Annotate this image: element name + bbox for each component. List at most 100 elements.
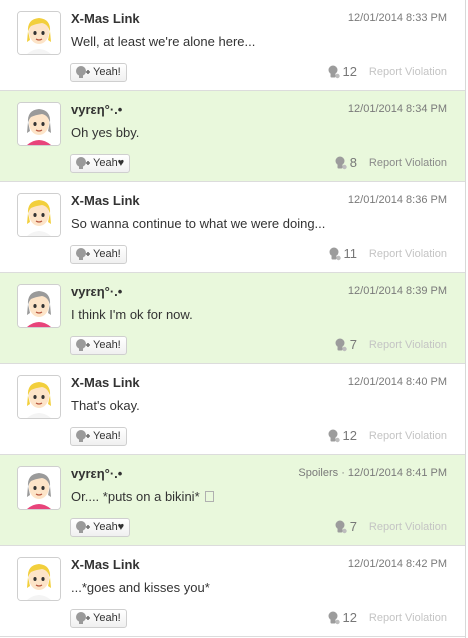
empathy-icon bbox=[335, 156, 347, 169]
user-name[interactable]: X-Mas Link bbox=[71, 193, 140, 208]
empathy-number: 12 bbox=[342, 64, 357, 79]
empathy-icon bbox=[335, 520, 347, 533]
post-text: That's okay. bbox=[71, 398, 140, 413]
post-timestamp: 12/01/2014 8:34 PM bbox=[347, 103, 447, 115]
user-avatar[interactable] bbox=[17, 466, 61, 510]
post-text: Oh yes bby. bbox=[71, 125, 140, 140]
user-avatar[interactable] bbox=[17, 193, 61, 237]
user-avatar[interactable] bbox=[17, 102, 61, 146]
post-timestamp: 12/01/2014 8:33 PM bbox=[347, 12, 447, 24]
post-body: I think I'm ok for now. bbox=[71, 307, 193, 322]
post-meta: 12/01/2014 8:34 PM bbox=[348, 103, 447, 115]
user-name[interactable]: X-Mas Link bbox=[71, 375, 140, 390]
yeah-label: Yeah! bbox=[93, 248, 121, 260]
post-body: ...*goes and kisses you* bbox=[71, 580, 210, 595]
empathy-number: 8 bbox=[349, 155, 357, 170]
post-body: So wanna continue to what we were doing.… bbox=[71, 216, 325, 231]
empathy-icon bbox=[328, 611, 340, 624]
post-timestamp: 12/01/2014 8:41 PM bbox=[347, 467, 447, 479]
report-violation-link[interactable]: Report Violation bbox=[369, 521, 447, 533]
post-text: ...*goes and kisses you* bbox=[71, 580, 210, 595]
yeah-label: Yeah! bbox=[93, 612, 121, 624]
post-meta: 12/01/2014 8:39 PM bbox=[348, 285, 447, 297]
yeah-button[interactable]: Yeah! bbox=[70, 245, 127, 264]
post-body: Or.... *puts on a bikini* bbox=[71, 489, 214, 504]
yeah-label: Yeah♥ bbox=[93, 157, 125, 169]
yeah-label: Yeah! bbox=[93, 430, 121, 442]
yeah-button[interactable]: Yeah! bbox=[70, 427, 127, 446]
yeah-button[interactable]: Yeah♥ bbox=[70, 154, 131, 173]
report-violation-link[interactable]: Report Violation bbox=[369, 157, 447, 169]
report-violation-link[interactable]: Report Violation bbox=[369, 66, 447, 78]
empathy-icon bbox=[328, 65, 340, 78]
empathy-icon bbox=[329, 247, 341, 260]
post-meta: 12/01/2014 8:33 PM bbox=[348, 12, 447, 24]
post-body: That's okay. bbox=[71, 398, 140, 413]
post-feed: X-Mas Link 12/01/2014 8:33 PM Well, at l… bbox=[0, 0, 466, 638]
yeah-hand-icon bbox=[76, 339, 90, 351]
post-text: Or.... *puts on a bikini* bbox=[71, 489, 200, 504]
user-avatar[interactable] bbox=[17, 284, 61, 328]
post-item: vyrεη°·.• 12/01/2014 8:39 PM I think I'm… bbox=[0, 273, 465, 364]
yeah-button[interactable]: Yeah! bbox=[70, 63, 127, 82]
spoiler-tag: Spoilers · bbox=[298, 467, 348, 479]
empathy-number: 12 bbox=[342, 428, 357, 443]
user-avatar[interactable] bbox=[17, 11, 61, 55]
post-body: Oh yes bby. bbox=[71, 125, 139, 140]
empathy-icon bbox=[328, 429, 340, 442]
yeah-button[interactable]: Yeah♥ bbox=[70, 518, 131, 537]
yeah-label: Yeah! bbox=[93, 339, 121, 351]
post-meta: 12/01/2014 8:40 PM bbox=[348, 376, 447, 388]
post-text: I think I'm ok for now. bbox=[71, 307, 193, 322]
empathy-count: 7 bbox=[334, 519, 357, 534]
yeah-button[interactable]: Yeah! bbox=[70, 336, 127, 355]
post-timestamp: 12/01/2014 8:42 PM bbox=[347, 558, 447, 570]
yeah-hand-icon bbox=[76, 157, 90, 169]
empathy-number: 7 bbox=[349, 337, 357, 352]
empathy-count: 8 bbox=[334, 155, 357, 170]
empathy-count: 12 bbox=[327, 428, 357, 443]
post-text: So wanna continue to what we were doing.… bbox=[71, 216, 326, 231]
user-avatar[interactable] bbox=[17, 557, 61, 601]
post-item: X-Mas Link 12/01/2014 8:36 PM So wanna c… bbox=[0, 182, 465, 273]
report-violation-link[interactable]: Report Violation bbox=[369, 430, 447, 442]
post-item: vyrεη°·.• 12/01/2014 8:34 PM Oh yes bby.… bbox=[0, 91, 465, 182]
post-item: vyrεη°·.• Spoilers · 12/01/2014 8:41 PM … bbox=[0, 455, 465, 546]
yeah-hand-icon bbox=[76, 430, 90, 442]
yeah-hand-icon bbox=[76, 521, 90, 533]
yeah-button[interactable]: Yeah! bbox=[70, 609, 127, 628]
post-item: X-Mas Link 12/01/2014 8:33 PM Well, at l… bbox=[0, 0, 465, 91]
report-violation-link[interactable]: Report Violation bbox=[369, 339, 447, 351]
post-meta: 12/01/2014 8:36 PM bbox=[348, 194, 447, 206]
post-item: X-Mas Link 12/01/2014 8:42 PM ...*goes a… bbox=[0, 546, 465, 637]
empathy-count: 11 bbox=[328, 246, 358, 261]
empathy-number: 12 bbox=[342, 610, 357, 625]
user-name[interactable]: X-Mas Link bbox=[71, 557, 140, 572]
post-timestamp: 12/01/2014 8:40 PM bbox=[347, 376, 447, 388]
empathy-icon bbox=[335, 338, 347, 351]
user-name[interactable]: X-Mas Link bbox=[71, 11, 140, 26]
empathy-number: 7 bbox=[349, 519, 357, 534]
empathy-count: 7 bbox=[334, 337, 357, 352]
user-avatar[interactable] bbox=[17, 375, 61, 419]
post-body: Well, at least we're alone here... bbox=[71, 34, 255, 49]
yeah-label: Yeah! bbox=[93, 66, 121, 78]
user-name[interactable]: vyrεη°·.• bbox=[71, 102, 122, 117]
empathy-count: 12 bbox=[327, 64, 357, 79]
missing-glyph-icon bbox=[204, 491, 214, 502]
post-item: X-Mas Link 12/01/2014 8:40 PM That's oka… bbox=[0, 364, 465, 455]
post-timestamp: 12/01/2014 8:39 PM bbox=[347, 285, 447, 297]
empathy-count: 12 bbox=[327, 610, 357, 625]
yeah-hand-icon bbox=[76, 612, 90, 624]
user-name[interactable]: vyrεη°·.• bbox=[71, 466, 122, 481]
post-meta: 12/01/2014 8:42 PM bbox=[348, 558, 447, 570]
post-text: Well, at least we're alone here... bbox=[71, 34, 256, 49]
report-violation-link[interactable]: Report Violation bbox=[369, 248, 447, 260]
yeah-hand-icon bbox=[76, 248, 90, 260]
yeah-hand-icon bbox=[76, 66, 90, 78]
report-violation-link[interactable]: Report Violation bbox=[369, 612, 447, 624]
user-name[interactable]: vyrεη°·.• bbox=[71, 284, 122, 299]
post-timestamp: 12/01/2014 8:36 PM bbox=[347, 194, 447, 206]
post-meta: Spoilers · 12/01/2014 8:41 PM bbox=[298, 467, 447, 479]
empathy-number: 11 bbox=[343, 246, 358, 261]
